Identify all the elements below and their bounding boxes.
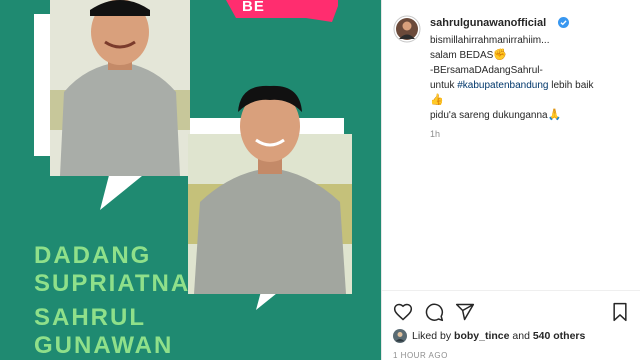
caption-line: -BErsamaDAdangSahrul- (430, 65, 543, 76)
caption-line: 👍 (430, 93, 635, 108)
candidate-name-line: SUPRIATNA (34, 270, 191, 297)
heart-icon[interactable] (393, 302, 413, 322)
post-caption: bismillahirrahmanirrahiim... salam BEDAS… (430, 33, 635, 123)
caption-line: pidu'a sareng dukunganna🙏 (430, 108, 635, 123)
profile-avatar[interactable] (393, 15, 421, 43)
verified-badge-icon (558, 17, 569, 28)
post-date[interactable]: 1 HOUR AGO (393, 351, 448, 360)
caption-line: salam BEDAS✊ (430, 48, 635, 63)
likes-prefix: Liked by (412, 330, 455, 342)
caption-timestamp[interactable]: 1h (430, 129, 440, 139)
liker-username-link[interactable]: boby_tince (454, 330, 509, 342)
fist-emoji-icon: ✊ (493, 49, 508, 61)
caption-text: salam BEDAS (430, 50, 494, 61)
post-action-bar (382, 290, 640, 331)
candidate-name-line: DADANG (34, 242, 152, 269)
caption-line: untuk #kabupatenbandung lebih baik (430, 78, 635, 93)
thumbs-up-emoji-icon: 👍 (430, 94, 444, 106)
hashtag-link[interactable]: #kabupatenbandung (457, 80, 548, 91)
post-side-panel: sahrulgunawanofficial bismillahirrahmani… (381, 0, 640, 360)
likes-summary: Liked by boby_tince and 540 others (393, 328, 638, 346)
username-link[interactable]: sahrulgunawanofficial (430, 17, 546, 29)
share-icon[interactable] (455, 302, 475, 322)
caption-line: bismillahirrahmanirrahiim... (430, 35, 550, 46)
caption-text: untuk (430, 80, 458, 91)
candidate-photo-1 (50, 0, 190, 176)
campaign-badge-label: BE (242, 0, 265, 15)
caption-text: pidu'a sareng dukunganna (430, 110, 548, 121)
candidate-name-line: SAHRUL (34, 304, 146, 331)
comment-icon[interactable] (424, 302, 444, 322)
other-likes-link[interactable]: 540 others (533, 330, 586, 342)
bookmark-icon[interactable] (610, 302, 630, 322)
candidate-name-line: GUNAWAN (34, 332, 174, 359)
praying-hands-emoji-icon: 🙏 (547, 109, 562, 121)
likes-middle: and (509, 330, 533, 342)
liker-avatar[interactable] (393, 329, 407, 343)
caption-text: lebih baik (548, 80, 594, 91)
post-image[interactable]: BE DADANG SUPRIATNA SAHRUL GUNAWAN (0, 0, 381, 360)
likes-text: Liked by boby_tince and 540 others (412, 330, 585, 342)
